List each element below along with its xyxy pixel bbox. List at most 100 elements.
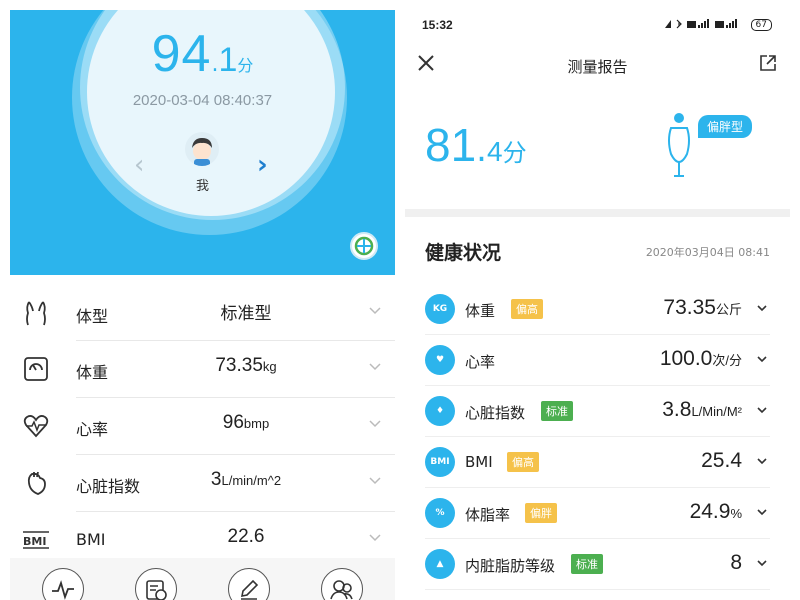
- left-measure-datetime: 2020-03-04 08:40:37: [132, 92, 273, 109]
- left-score-unit: 分: [237, 56, 254, 75]
- history-icon[interactable]: [135, 568, 177, 600]
- report-value: 24.9%: [690, 500, 742, 524]
- report-label: 内脏脂肪等级: [465, 557, 556, 575]
- pulse-icon[interactable]: [42, 568, 84, 600]
- page-title: 测量报告: [567, 58, 628, 76]
- report-value: 100.0次/分: [660, 347, 742, 371]
- report-value-unit: 次/分: [712, 353, 742, 368]
- metric-value-number: 3: [210, 469, 222, 490]
- report-label: 体重: [465, 302, 496, 320]
- left-app-screen: 94.1分 2020-03-04 08:40:37 ‹ › 我 体型 标准型 体…: [10, 10, 395, 600]
- left-metric-list: 体型 标准型 体重 73.35kg 心率 96bmp 心脏指数 3L/min/m…: [10, 285, 395, 569]
- right-score-dot: .: [476, 130, 487, 170]
- report-row-heart-rate[interactable]: ♥ 心率 100.0次/分: [425, 335, 770, 386]
- chevron-down-icon: [757, 458, 767, 465]
- score-hero: 94.1分 2020-03-04 08:40:37 ‹ › 我: [10, 10, 395, 275]
- heart-rate-icon: [23, 415, 49, 438]
- status-badge: 偏高: [511, 299, 543, 319]
- metric-value: 3L/min/m^2: [156, 469, 336, 491]
- report-value: 3.8L/Min/M²: [662, 398, 742, 422]
- metric-value-number: 96: [222, 412, 244, 433]
- metric-value: 22.6: [156, 526, 336, 548]
- scale-icon: [24, 357, 48, 381]
- status-icons: 67: [663, 18, 772, 31]
- report-value: 8: [730, 551, 742, 575]
- right-metric-list: KG 体重 偏高 73.35公斤 ♥ 心率 100.0次/分 ♦ 心脏指数 标准…: [405, 284, 790, 590]
- bmi-icon: BMI: [425, 447, 455, 477]
- metric-row-body-shape[interactable]: 体型 标准型: [26, 285, 395, 341]
- family-icon[interactable]: [321, 568, 363, 600]
- report-label: BMI: [465, 453, 493, 471]
- status-badge: 偏高: [507, 452, 539, 472]
- report-value-unit: 公斤: [715, 302, 742, 317]
- report-value-number: 25.4: [701, 449, 742, 472]
- signal-icons: [665, 19, 738, 29]
- chevron-down-icon: [369, 363, 381, 371]
- body-type-tag: 偏胖型: [698, 115, 753, 138]
- report-row-body-fat[interactable]: % 体脂率 偏胖 24.9%: [425, 488, 770, 539]
- chevron-down-icon: [757, 407, 767, 414]
- status-badge: 偏胖: [525, 503, 557, 523]
- metric-label: 心脏指数: [76, 477, 141, 496]
- body-shape-icon: [26, 301, 46, 326]
- metric-value-unit: L/min/m^2: [221, 473, 282, 488]
- edit-icon[interactable]: [228, 568, 270, 600]
- left-score-int: 94: [151, 25, 212, 83]
- metric-value: 96bmp: [156, 412, 336, 434]
- report-value: 73.35公斤: [663, 296, 742, 320]
- left-score-dec: 1: [218, 41, 238, 79]
- status-time: 15:32: [422, 18, 453, 32]
- metric-label: 体型: [76, 307, 109, 326]
- report-value-unit: %: [730, 506, 742, 521]
- metric-label: 心率: [76, 420, 109, 439]
- right-score-unit: 分: [502, 139, 527, 167]
- chevron-down-icon: [757, 509, 767, 516]
- avatar-face-icon: [192, 138, 212, 166]
- right-app-screen: 15:32 67 测量报告 81.4分 偏胖型 健康状况 2020年03月04日…: [405, 10, 790, 600]
- chevron-down-icon: [757, 560, 767, 567]
- top-app-bar: 测量报告: [405, 46, 790, 86]
- bottom-tab-bar: [10, 558, 395, 600]
- report-row-heart-index[interactable]: ♦ 心脏指数 标准 3.8L/Min/M²: [425, 386, 770, 437]
- report-value-unit: L/Min/M²: [691, 404, 742, 419]
- share-icon[interactable]: [757, 52, 779, 74]
- user-name: 我: [195, 179, 209, 194]
- report-value-number: 24.9: [689, 500, 731, 523]
- app-logo-icon[interactable]: [350, 232, 378, 260]
- metric-label: 体重: [76, 363, 109, 382]
- metric-label: BMI: [76, 530, 106, 549]
- chevron-down-icon: [757, 356, 767, 363]
- body-figure-icon: [668, 113, 690, 177]
- report-value-number: 100.0: [659, 347, 713, 370]
- report-value: 25.4: [701, 449, 742, 473]
- heart-index-icon: [27, 471, 46, 495]
- body-fat-icon: %: [425, 498, 455, 528]
- screenshot-root: 94.1分 2020-03-04 08:40:37 ‹ › 我 体型 标准型 体…: [0, 0, 800, 600]
- metric-value-unit: bmp: [243, 416, 270, 431]
- report-label: 体脂率: [465, 506, 511, 524]
- visceral-fat-icon: ▲: [425, 549, 455, 579]
- report-row-visceral-fat[interactable]: ▲ 内脏脂肪等级 标准 8: [425, 539, 770, 590]
- metric-row-heart-rate[interactable]: 心率 96bmp: [23, 398, 395, 455]
- report-label: 心率: [465, 353, 496, 371]
- heart-index-icon: ♦: [425, 396, 455, 426]
- chevron-down-icon: [369, 477, 381, 485]
- report-label: 心脏指数: [465, 404, 526, 422]
- right-score-dec: 4: [486, 136, 503, 167]
- metric-row-weight[interactable]: 体重 73.35kg: [24, 341, 395, 398]
- weight-icon: KG: [425, 294, 455, 324]
- svg-text:BMI: BMI: [23, 535, 46, 548]
- metric-value: 73.35kg: [156, 355, 336, 377]
- heart-rate-icon: ♥: [425, 345, 455, 375]
- report-row-bmi[interactable]: BMI BMI 偏高 25.4: [425, 437, 770, 488]
- report-value-number: 8: [730, 551, 742, 574]
- section-date: 2020年03月04日 08:41: [645, 246, 770, 259]
- chevron-down-icon: [369, 307, 381, 315]
- right-score: 81.4分: [425, 118, 527, 172]
- metric-value-number: 73.35: [215, 355, 263, 376]
- metric-row-heart-index[interactable]: 心脏指数 3L/min/m^2: [27, 455, 395, 512]
- report-row-weight[interactable]: KG 体重 偏高 73.35公斤: [425, 284, 770, 335]
- user-avatar[interactable]: [185, 132, 219, 166]
- status-badge: 标准: [571, 554, 603, 574]
- chevron-down-icon: [369, 534, 381, 542]
